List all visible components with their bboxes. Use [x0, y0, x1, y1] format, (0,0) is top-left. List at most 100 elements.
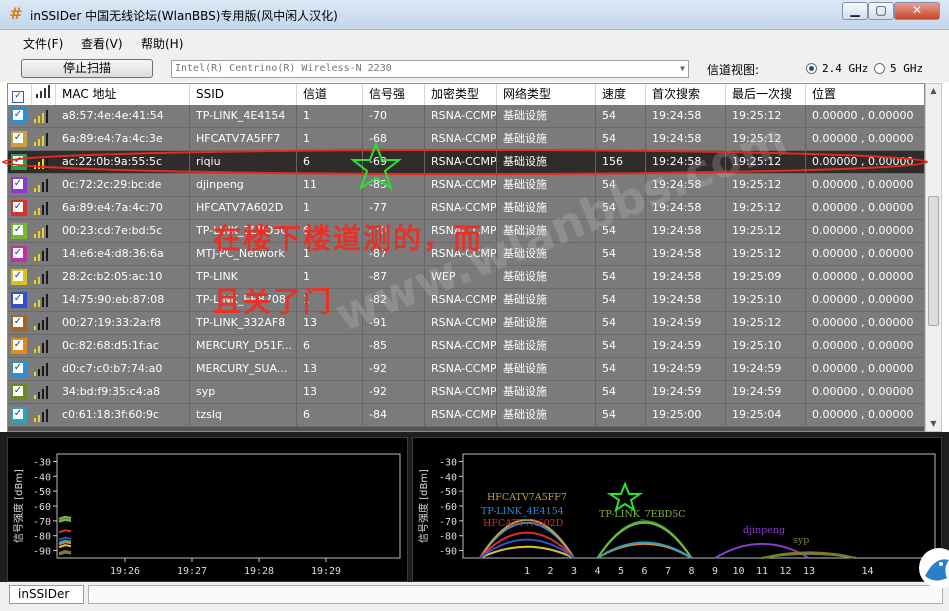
cell-security: RSNA-CCMP — [425, 381, 497, 403]
header-speed[interactable]: 速度 — [596, 84, 646, 105]
channel-graph-svg: -30-40-50-60-70-80-90信号强度 [dBm]1 2 3 4 5 6 7 8 9… — [417, 453, 936, 577]
check-icon: ✓ — [13, 362, 23, 373]
row-checkbox[interactable]: ✓ — [11, 269, 27, 285]
cell-last: 19:24:59 — [726, 381, 806, 403]
stop-scan-button[interactable]: 停止扫描 — [21, 59, 153, 78]
header-ssid[interactable]: SSID — [190, 84, 297, 105]
cell-channel: 6 — [297, 151, 363, 173]
x-tick-label: 19:29 — [311, 566, 341, 577]
header-rssi[interactable]: 信号强 — [363, 84, 425, 105]
menu-view[interactable]: 查看(V) — [81, 35, 123, 52]
header-security[interactable]: 加密类型 — [425, 84, 497, 105]
cell-ssid: HFCATV7A602D — [190, 197, 297, 219]
cell-first: 19:24:58 — [646, 220, 726, 242]
app-icon: # — [9, 4, 23, 23]
status-tab[interactable]: inSSIDer — [9, 585, 84, 604]
table-row[interactable]: ✓ a8:57:4e:4e:41:54 TP-LINK_4E4154 1 -70 RSNA… — [8, 105, 924, 128]
cell-location: 0.00000 , 0.00000 — [806, 266, 924, 288]
header-location[interactable]: 位置 — [806, 84, 924, 105]
cell-first: 19:24:59 — [646, 312, 726, 334]
scroll-down-icon[interactable]: ▼ — [926, 417, 941, 431]
row-checkbox[interactable]: ✓ — [11, 315, 27, 331]
row-checkbox[interactable]: ✓ — [11, 154, 27, 170]
signal-strength-icon — [34, 110, 48, 123]
row-checkbox[interactable]: ✓ — [11, 407, 27, 423]
row-checkbox[interactable]: ✓ — [11, 292, 27, 308]
row-checkbox[interactable]: ✓ — [11, 108, 27, 124]
signal-bar — [38, 162, 40, 169]
cell-type: 基础设施 — [497, 358, 596, 380]
cell-security: RSNA-CCMP — [425, 358, 497, 380]
header-first-seen[interactable]: 首次搜索 — [646, 84, 726, 105]
header-network-type[interactable]: 网络类型 — [497, 84, 596, 105]
header-check[interactable]: ✓ — [8, 84, 32, 105]
table-row[interactable]: ✓ c0:61:18:3f:60:9c tzslq 6 -84 RSNA-CCMP 基础设施… — [8, 404, 924, 427]
cell-ssid: MERCURY_D51F... — [190, 335, 297, 357]
table-scrollbar[interactable]: ▲ ▼ — [925, 83, 942, 432]
time-graph-svg: -30 -40 -50 -60 -70 -80 -90 信号强度 [dBm] 19:26 19:2… — [12, 453, 401, 577]
signal-bar — [46, 317, 48, 330]
header-channel[interactable]: 信道 — [297, 84, 363, 105]
row-checkbox[interactable]: ✓ — [11, 223, 27, 239]
row-checkbox[interactable]: ✓ — [11, 384, 27, 400]
signal-bar — [46, 294, 48, 307]
close-button[interactable]: ✕ — [894, 2, 940, 20]
cell-first: 19:24:59 — [646, 358, 726, 380]
table-row[interactable]: ✓ d0:c7:c0:b7:74:a0 MERCURY_SUA... 13 -92 RSN… — [8, 358, 924, 381]
check-icon: ✓ — [13, 132, 23, 143]
table-row[interactable]: ✓ 0c:72:2c:29:bc:de djinpeng 11 -85 RSNA-CCMP… — [8, 174, 924, 197]
table-row[interactable]: ✓ 34:bd:f9:35:c4:a8 syp 13 -92 RSNA-CCMP 基础设施 5… — [8, 381, 924, 404]
bird-logo-icon — [919, 548, 949, 588]
cell-location: 0.00000 , 0.00000 — [806, 243, 924, 265]
adapter-value: Intel(R) Centrino(R) Wireless-N 2230 — [175, 63, 392, 74]
signal-bar — [42, 159, 44, 169]
cell-speed: 54 — [596, 243, 646, 265]
signal-bar — [38, 392, 40, 399]
window-title: inSSIDer 中国无线论坛(WlanBBS)专用版(风中闲人汉化) — [30, 9, 338, 23]
signal-bar — [34, 257, 36, 261]
network-label: TP-LINK_7EBD5C — [599, 509, 686, 520]
table-row[interactable]: ✓ 00:27:19:33:2a:f8 TP-LINK_332AF8 13 -91 RSN… — [8, 312, 924, 335]
signal-bar — [46, 133, 48, 146]
scroll-thumb[interactable] — [928, 196, 939, 326]
signal-bar — [38, 323, 40, 330]
table-row[interactable]: ✓ 0c:82:68:d5:1f:ac MERCURY_D51F... 6 -85 RSN… — [8, 335, 924, 358]
signal-strength-icon — [34, 248, 48, 261]
header-last-seen[interactable]: 最后一次搜 — [726, 84, 806, 105]
check-icon: ✓ — [13, 224, 23, 235]
signal-bar — [42, 343, 44, 353]
cell-last: 19:25:12 — [726, 243, 806, 265]
row-checkbox[interactable]: ✓ — [11, 361, 27, 377]
header-mac[interactable]: MAC 地址 — [56, 84, 190, 105]
scroll-up-icon[interactable]: ▲ — [926, 84, 941, 98]
signal-bar — [46, 363, 48, 376]
row-checkbox[interactable]: ✓ — [11, 246, 27, 262]
signal-bar — [38, 139, 40, 146]
y-tick-label: -60 — [33, 502, 51, 513]
band-24-radio[interactable] — [806, 63, 817, 74]
signal-bars-icon — [36, 85, 50, 98]
menu-help[interactable]: 帮助(H) — [141, 35, 183, 52]
signal-strength-icon — [34, 294, 48, 307]
cell-type: 基础设施 — [497, 105, 596, 127]
row-checkbox[interactable]: ✓ — [11, 200, 27, 216]
cell-channel: 1 — [297, 197, 363, 219]
row-checkbox[interactable]: ✓ — [11, 131, 27, 147]
band-5-radio[interactable] — [874, 63, 885, 74]
signal-bar — [34, 395, 36, 399]
cell-rssi: -69 — [363, 151, 425, 173]
row-checkbox[interactable]: ✓ — [11, 177, 27, 193]
menu-file[interactable]: 文件(F) — [23, 35, 63, 52]
cell-speed: 54 — [596, 289, 646, 311]
y-tick-label: -70 — [439, 517, 457, 528]
signal-bar — [46, 386, 48, 399]
cell-security: RSNA-CCMP — [425, 174, 497, 196]
cell-security: RSNA-CCMP — [425, 105, 497, 127]
cell-speed: 54 — [596, 404, 646, 426]
adapter-select[interactable]: Intel(R) Centrino(R) Wireless-N 2230 ▼ — [171, 60, 689, 78]
row-checkbox[interactable]: ✓ — [11, 338, 27, 354]
band-5-label: 5 GHz — [890, 62, 924, 75]
maximize-button[interactable]: ▢ — [868, 2, 894, 20]
cell-first: 19:24:59 — [646, 381, 726, 403]
minimize-button[interactable]: ▁ — [842, 2, 868, 20]
